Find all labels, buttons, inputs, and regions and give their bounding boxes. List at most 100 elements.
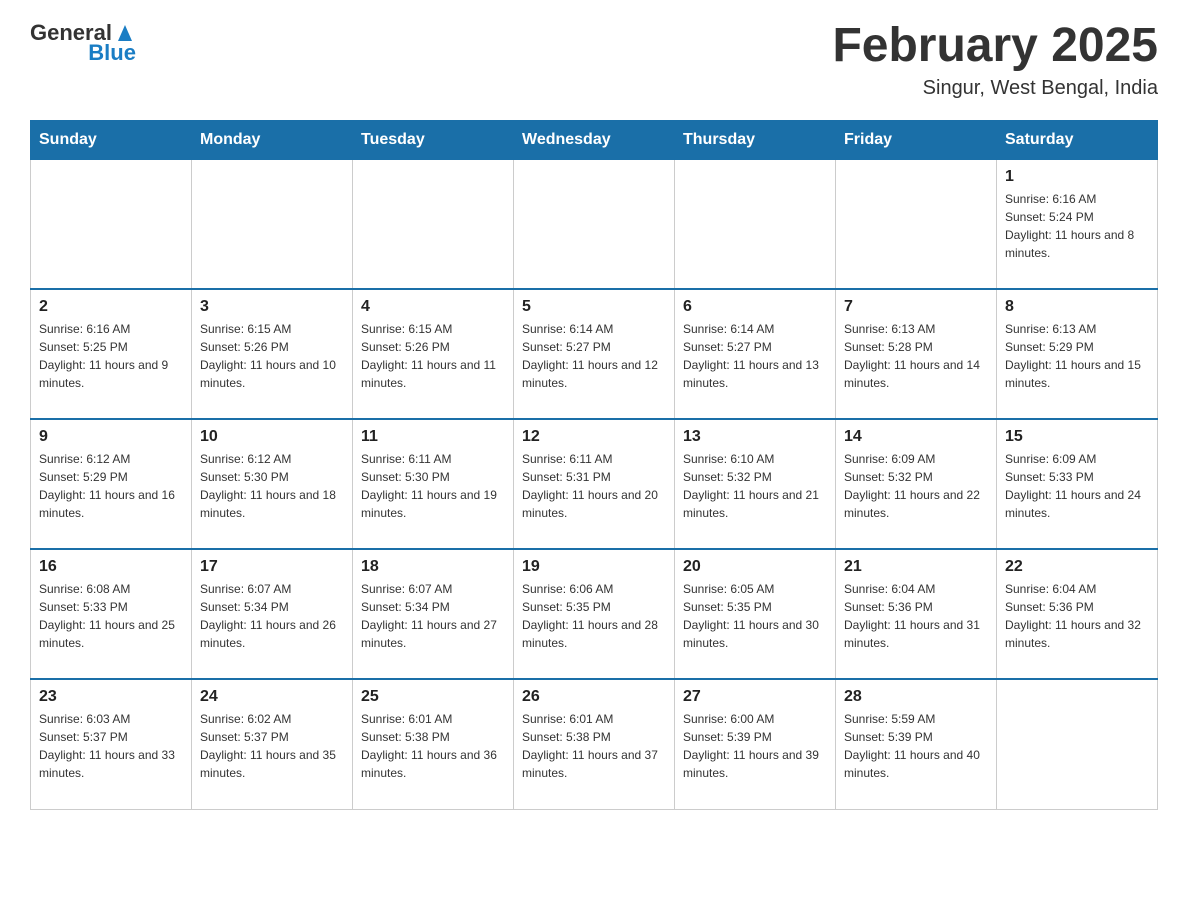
day-number: 14 — [844, 428, 988, 446]
calendar-cell: 19 Sunrise: 6:06 AM Sunset: 5:35 PM Dayli… — [514, 549, 675, 679]
calendar-cell: 2 Sunrise: 6:16 AM Sunset: 5:25 PM Daylig… — [31, 289, 192, 419]
calendar-cell: 21 Sunrise: 6:04 AM Sunset: 5:36 PM Dayli… — [836, 549, 997, 679]
day-number: 2 — [39, 298, 183, 316]
day-number: 21 — [844, 558, 988, 576]
calendar-cell: 4 Sunrise: 6:15 AM Sunset: 5:26 PM Daylig… — [353, 289, 514, 419]
calendar-cell: 26Sunrise: 6:01 AM Sunset: 5:38 PM Dayli… — [514, 679, 675, 809]
calendar-week-row: 9 Sunrise: 6:12 AM Sunset: 5:29 PM Daylig… — [31, 419, 1158, 549]
calendar-cell: 17 Sunrise: 6:07 AM Sunset: 5:34 PM Dayli… — [192, 549, 353, 679]
weekday-header-saturday: Saturday — [997, 120, 1158, 159]
calendar-cell: 11Sunrise: 6:11 AM Sunset: 5:30 PM Dayli… — [353, 419, 514, 549]
calendar-cell — [192, 159, 353, 289]
weekday-header-wednesday: Wednesday — [514, 120, 675, 159]
day-number: 19 — [522, 558, 666, 576]
title-block: February 2025 Singur, West Bengal, India — [832, 20, 1158, 100]
calendar-cell: 9 Sunrise: 6:12 AM Sunset: 5:29 PM Daylig… — [31, 419, 192, 549]
day-info: Sunrise: 6:14 AM Sunset: 5:27 PM Dayligh… — [683, 320, 827, 392]
page-header: General Blue February 2025 Singur, West … — [30, 20, 1158, 100]
day-number: 28 — [844, 688, 988, 706]
day-info: Sunrise: 6:05 AM Sunset: 5:35 PM Dayligh… — [683, 580, 827, 652]
day-info: Sunrise: 6:06 AM Sunset: 5:35 PM Dayligh… — [522, 580, 666, 652]
calendar-table: SundayMondayTuesdayWednesdayThursdayFrid… — [30, 120, 1158, 810]
day-number: 20 — [683, 558, 827, 576]
day-info: Sunrise: 5:59 AM Sunset: 5:39 PM Dayligh… — [844, 710, 988, 782]
day-info: Sunrise: 6:08 AM Sunset: 5:33 PM Dayligh… — [39, 580, 183, 652]
day-number: 3 — [200, 298, 344, 316]
calendar-cell — [836, 159, 997, 289]
day-number: 12 — [522, 428, 666, 446]
calendar-cell: 13 Sunrise: 6:10 AM Sunset: 5:32 PM Dayli… — [675, 419, 836, 549]
day-info: Sunrise: 6:01 AM Sunset: 5:38 PM Dayligh… — [361, 710, 505, 782]
calendar-cell: 6 Sunrise: 6:14 AM Sunset: 5:27 PM Daylig… — [675, 289, 836, 419]
calendar-cell: 14 Sunrise: 6:09 AM Sunset: 5:32 PM Dayli… — [836, 419, 997, 549]
calendar-week-row: 1 Sunrise: 6:16 AM Sunset: 5:24 PM Daylig… — [31, 159, 1158, 289]
day-number: 24 — [200, 688, 344, 706]
calendar-cell: 5Sunrise: 6:14 AM Sunset: 5:27 PM Daylig… — [514, 289, 675, 419]
day-number: 13 — [683, 428, 827, 446]
day-info: Sunrise: 6:10 AM Sunset: 5:32 PM Dayligh… — [683, 450, 827, 522]
day-number: 9 — [39, 428, 183, 446]
calendar-week-row: 23 Sunrise: 6:03 AM Sunset: 5:37 PM Dayli… — [31, 679, 1158, 809]
calendar-cell: 24Sunrise: 6:02 AM Sunset: 5:37 PM Dayli… — [192, 679, 353, 809]
day-info: Sunrise: 6:15 AM Sunset: 5:26 PM Dayligh… — [200, 320, 344, 392]
weekday-header-row: SundayMondayTuesdayWednesdayThursdayFrid… — [31, 120, 1158, 159]
day-number: 17 — [200, 558, 344, 576]
day-number: 23 — [39, 688, 183, 706]
day-info: Sunrise: 6:03 AM Sunset: 5:37 PM Dayligh… — [39, 710, 183, 782]
calendar-cell — [514, 159, 675, 289]
day-number: 26 — [522, 688, 666, 706]
calendar-week-row: 16 Sunrise: 6:08 AM Sunset: 5:33 PM Dayli… — [31, 549, 1158, 679]
calendar-subtitle: Singur, West Bengal, India — [832, 77, 1158, 100]
day-info: Sunrise: 6:16 AM Sunset: 5:24 PM Dayligh… — [1005, 190, 1149, 262]
calendar-cell — [997, 679, 1158, 809]
calendar-cell: 22 Sunrise: 6:04 AM Sunset: 5:36 PM Dayli… — [997, 549, 1158, 679]
day-info: Sunrise: 6:04 AM Sunset: 5:36 PM Dayligh… — [844, 580, 988, 652]
day-info: Sunrise: 6:15 AM Sunset: 5:26 PM Dayligh… — [361, 320, 505, 392]
day-number: 16 — [39, 558, 183, 576]
day-number: 8 — [1005, 298, 1149, 316]
day-info: Sunrise: 6:12 AM Sunset: 5:29 PM Dayligh… — [39, 450, 183, 522]
calendar-cell: 1 Sunrise: 6:16 AM Sunset: 5:24 PM Daylig… — [997, 159, 1158, 289]
day-number: 27 — [683, 688, 827, 706]
day-number: 5 — [522, 298, 666, 316]
day-info: Sunrise: 6:16 AM Sunset: 5:25 PM Dayligh… — [39, 320, 183, 392]
calendar-cell: 8Sunrise: 6:13 AM Sunset: 5:29 PM Daylig… — [997, 289, 1158, 419]
weekday-header-friday: Friday — [836, 120, 997, 159]
day-number: 15 — [1005, 428, 1149, 446]
day-number: 18 — [361, 558, 505, 576]
day-info: Sunrise: 6:09 AM Sunset: 5:33 PM Dayligh… — [1005, 450, 1149, 522]
day-number: 11 — [361, 428, 505, 446]
day-info: Sunrise: 6:11 AM Sunset: 5:31 PM Dayligh… — [522, 450, 666, 522]
day-info: Sunrise: 6:07 AM Sunset: 5:34 PM Dayligh… — [361, 580, 505, 652]
calendar-week-row: 2 Sunrise: 6:16 AM Sunset: 5:25 PM Daylig… — [31, 289, 1158, 419]
calendar-cell — [353, 159, 514, 289]
calendar-cell: 27 Sunrise: 6:00 AM Sunset: 5:39 PM Dayli… — [675, 679, 836, 809]
calendar-cell — [31, 159, 192, 289]
weekday-header-monday: Monday — [192, 120, 353, 159]
calendar-cell: 25 Sunrise: 6:01 AM Sunset: 5:38 PM Dayli… — [353, 679, 514, 809]
weekday-header-thursday: Thursday — [675, 120, 836, 159]
calendar-cell: 23 Sunrise: 6:03 AM Sunset: 5:37 PM Dayli… — [31, 679, 192, 809]
weekday-header-tuesday: Tuesday — [353, 120, 514, 159]
calendar-cell: 20 Sunrise: 6:05 AM Sunset: 5:35 PM Dayli… — [675, 549, 836, 679]
day-number: 6 — [683, 298, 827, 316]
calendar-cell: 3 Sunrise: 6:15 AM Sunset: 5:26 PM Daylig… — [192, 289, 353, 419]
day-info: Sunrise: 6:09 AM Sunset: 5:32 PM Dayligh… — [844, 450, 988, 522]
day-number: 1 — [1005, 168, 1149, 186]
day-number: 22 — [1005, 558, 1149, 576]
calendar-title: February 2025 — [832, 20, 1158, 73]
day-number: 25 — [361, 688, 505, 706]
logo-icon: General Blue — [30, 20, 136, 66]
calendar-cell: 18 Sunrise: 6:07 AM Sunset: 5:34 PM Dayli… — [353, 549, 514, 679]
day-info: Sunrise: 6:07 AM Sunset: 5:34 PM Dayligh… — [200, 580, 344, 652]
day-number: 4 — [361, 298, 505, 316]
calendar-cell — [675, 159, 836, 289]
calendar-cell: 15 Sunrise: 6:09 AM Sunset: 5:33 PM Dayli… — [997, 419, 1158, 549]
calendar-cell: 16 Sunrise: 6:08 AM Sunset: 5:33 PM Dayli… — [31, 549, 192, 679]
day-number: 10 — [200, 428, 344, 446]
day-info: Sunrise: 6:04 AM Sunset: 5:36 PM Dayligh… — [1005, 580, 1149, 652]
calendar-cell: 7Sunrise: 6:13 AM Sunset: 5:28 PM Daylig… — [836, 289, 997, 419]
day-info: Sunrise: 6:00 AM Sunset: 5:39 PM Dayligh… — [683, 710, 827, 782]
calendar-cell: 10Sunrise: 6:12 AM Sunset: 5:30 PM Dayli… — [192, 419, 353, 549]
weekday-header-sunday: Sunday — [31, 120, 192, 159]
